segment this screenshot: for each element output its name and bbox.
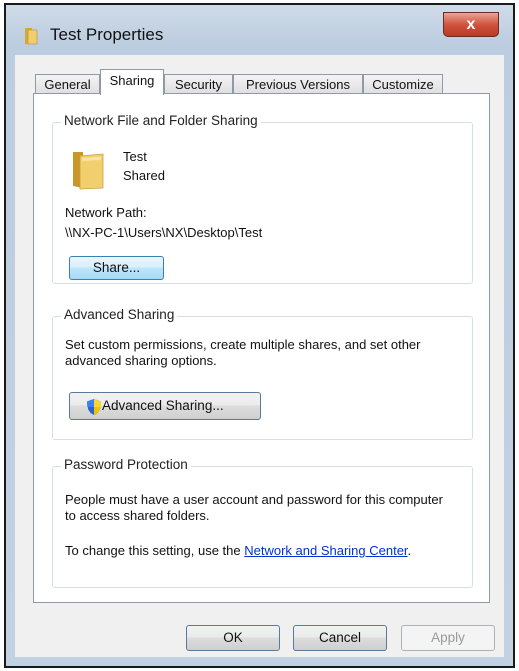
ok-button[interactable]: OK xyxy=(186,625,280,651)
change-setting-text: To change this setting, use the Network … xyxy=(65,543,470,558)
network-sharing-center-link[interactable]: Network and Sharing Center xyxy=(244,543,407,558)
change-setting-suffix: . xyxy=(407,543,412,558)
group-title: Network File and Folder Sharing xyxy=(61,113,261,128)
advanced-sharing-button[interactable]: Advanced Sharing... xyxy=(69,392,261,420)
properties-window: Test Properties x General Sharing Securi… xyxy=(4,3,515,668)
share-button[interactable]: Share... xyxy=(69,256,164,280)
change-setting-prefix: To change this setting, use the xyxy=(65,543,245,558)
tab-general[interactable]: General xyxy=(35,74,100,94)
dialog-client-area: General Sharing Security Previous Versio… xyxy=(15,55,504,657)
network-sharing-group: Network File and Folder Sharing Test Sha… xyxy=(52,113,473,284)
password-protection-group: Password Protection People must have a u… xyxy=(52,457,473,588)
sharing-tab-panel: Network File and Folder Sharing Test Sha… xyxy=(33,93,490,603)
window-title: Test Properties xyxy=(50,25,164,44)
group-title: Advanced Sharing xyxy=(61,307,178,322)
apply-button[interactable]: Apply xyxy=(401,625,495,651)
close-button[interactable]: x xyxy=(443,12,499,37)
uac-shield-icon xyxy=(87,399,101,415)
cancel-button[interactable]: Cancel xyxy=(293,625,387,651)
group-title: Password Protection xyxy=(61,457,191,472)
tab-previous-versions[interactable]: Previous Versions xyxy=(233,74,363,94)
tab-customize[interactable]: Customize xyxy=(363,74,443,94)
network-path-value: \\NX-PC-1\Users\NX\Desktop\Test xyxy=(65,225,263,240)
folder-name: Test xyxy=(123,149,147,164)
tab-sharing[interactable]: Sharing xyxy=(100,69,164,95)
network-path-label: Network Path: xyxy=(65,205,147,220)
advanced-sharing-description: Set custom permissions, create multiple … xyxy=(65,337,421,368)
tab-security[interactable]: Security xyxy=(164,74,233,94)
password-protection-description: People must have a user account and pass… xyxy=(65,492,443,523)
title-bar[interactable]: Test Properties x xyxy=(6,5,513,55)
folder-icon xyxy=(73,152,104,190)
folder-sharing-state: Shared xyxy=(123,168,165,183)
folder-icon xyxy=(25,28,38,45)
advanced-sharing-group: Advanced Sharing Set custom permissions,… xyxy=(52,307,473,440)
advanced-sharing-label: Advanced Sharing... xyxy=(102,398,224,413)
